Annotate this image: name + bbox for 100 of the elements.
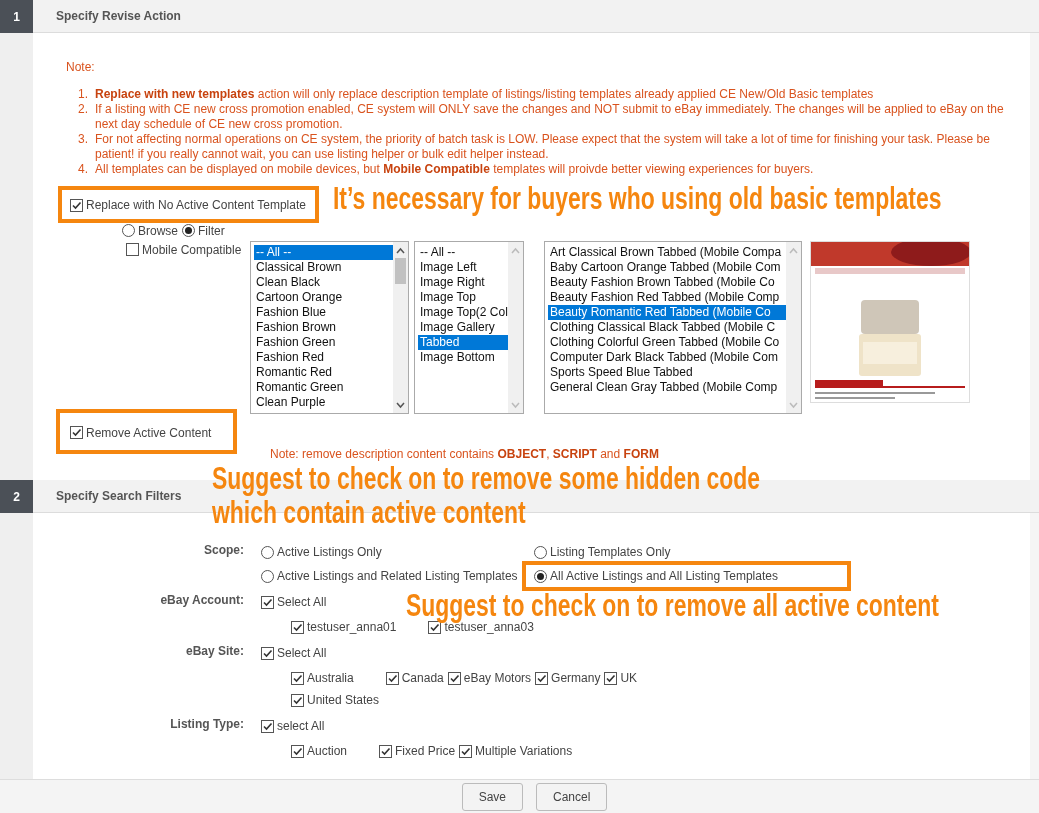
- list-box[interactable]: [544, 240, 802, 414]
- radio-button[interactable]: [534, 545, 547, 559]
- list-option[interactable]: Romantic Red: [254, 364, 393, 380]
- radio-button[interactable]: [182, 224, 195, 237]
- radio-button[interactable]: [261, 545, 274, 559]
- checkbox-label[interactable]: Replace with No Active Content Template: [86, 198, 306, 212]
- checkbox-label[interactable]: Australia: [307, 671, 354, 685]
- list-number: 1.: [78, 87, 89, 102]
- note-text: All templates can be displayed on mobile devices, but Mobile Compatible templates will proivde better viewing experiences for buyers.: [95, 162, 814, 177]
- checkbox-label[interactable]: Mobile Compatible: [142, 242, 242, 257]
- field-label: eBay Account:: [159, 593, 245, 607]
- note-text: For not affecting normal operations on CE system, the priority of batch task is LOW. Please expect that the system will take a lot of time for finishing your task. Please be patient! if you really cannot wait, you can use listing helper or bulk edit helper instead.: [95, 132, 991, 162]
- list-option[interactable]: Image Left: [418, 259, 508, 275]
- list-option[interactable]: Sports Speed Blue Tabbed: [548, 364, 786, 380]
- checkbox-label[interactable]: Select All: [277, 595, 327, 609]
- note-text: Note: remove description content contains OBJECT, SCRIPT and FORM: [270, 447, 660, 461]
- list-option[interactable]: Clothing Colorful Green Tabbed (Mobile Co: [548, 334, 786, 350]
- list-option[interactable]: Clean Purple: [254, 394, 393, 410]
- radio-label[interactable]: All Active Listings and All Listing Templates: [550, 569, 778, 583]
- radio-label[interactable]: Active Listings Only: [277, 545, 382, 559]
- cancel-button[interactable]: Cancel: [536, 782, 608, 811]
- checkbox[interactable]: [291, 693, 304, 707]
- list-number: 2.: [78, 102, 89, 118]
- list-option[interactable]: -- All --: [254, 244, 393, 260]
- list-number: 4.: [78, 162, 89, 177]
- checkbox-label[interactable]: testuser_anna01: [307, 620, 397, 634]
- list-box[interactable]: -- All -- Image Left Image Right Image Top Image Top(2 Col Image Gallery Tabbed Image Bottom: [414, 240, 524, 414]
- list-option[interactable]: -- All --: [418, 244, 508, 260]
- list-box[interactable]: -- All -- Classical Brown Clean Black Cartoon Orange Fashion Blue Fashion Brown Fashion Green Fashion Red Romantic Red Romantic Green Clean Purple: [250, 240, 409, 414]
- checkbox-label[interactable]: eBay Motors: [463, 671, 532, 685]
- list-option[interactable]: Fashion Blue: [254, 304, 393, 320]
- checkbox[interactable]: [385, 671, 399, 685]
- list-option[interactable]: Tabbed: [418, 334, 508, 350]
- list-option[interactable]: Classical Brown: [254, 259, 393, 275]
- list-option[interactable]: Image Bottom: [418, 349, 508, 365]
- note-label: Note:: [66, 60, 96, 74]
- checkbox[interactable]: [261, 646, 274, 660]
- list-option[interactable]: Clean Black: [254, 274, 393, 290]
- list-option[interactable]: Image Top: [418, 289, 508, 305]
- checkbox-label[interactable]: Auction: [307, 744, 348, 758]
- list-option[interactable]: Computer Dark Black Tabbed (Mobile Com: [548, 349, 786, 365]
- radio-button[interactable]: [122, 224, 135, 237]
- list-option[interactable]: Image Right: [418, 274, 508, 290]
- checkbox[interactable]: [447, 671, 461, 685]
- checkbox[interactable]: [291, 620, 304, 634]
- radio-button[interactable]: [534, 569, 547, 583]
- radio-label[interactable]: Filter: [198, 223, 225, 238]
- list-option[interactable]: Clothing Classical Black Tabbed (Mobile C: [548, 319, 786, 335]
- note-text: If a listing with CE new cross promotion enabled, CE system will ONLY save the changes and NOT submit to eBay immediately. The changes will be applied to eBay on the next day schedule of CE new cross promotion.: [95, 102, 1005, 132]
- list-option[interactable]: General Clean Gray Tabbed (Mobile Comp: [548, 379, 786, 395]
- callout-text: Suggest to check on to remove all active content: [406, 589, 939, 623]
- step-number: 2: [0, 480, 33, 513]
- list-option[interactable]: Fashion Green: [254, 334, 393, 350]
- save-button[interactable]: Save: [461, 782, 523, 811]
- checkbox-label[interactable]: Remove Active Content: [86, 425, 212, 440]
- radio-label[interactable]: Active Listings and Related Listing Templates: [277, 569, 518, 583]
- field-label: Scope:: [203, 543, 245, 557]
- radio-label[interactable]: Listing Templates Only: [550, 545, 671, 559]
- list-option[interactable]: Fashion Brown: [254, 319, 393, 335]
- checkbox-label[interactable]: Fixed Price: [395, 744, 456, 758]
- checkbox[interactable]: [126, 243, 139, 256]
- checkbox-label[interactable]: Multiple Variations: [475, 744, 573, 758]
- list-option[interactable]: Beauty Fashion Brown Tabbed (Mobile Co: [548, 274, 786, 290]
- list-option[interactable]: Image Gallery: [418, 319, 508, 335]
- list-option[interactable]: Art Classical Brown Tabbed (Mobile Compa: [548, 244, 786, 260]
- checkbox-label[interactable]: Germany: [551, 671, 601, 685]
- step-number: 1: [0, 0, 33, 33]
- checkbox[interactable]: [379, 744, 393, 758]
- checkbox-label[interactable]: United States: [307, 693, 380, 707]
- checkbox[interactable]: [291, 744, 304, 758]
- checkbox[interactable]: [261, 595, 274, 609]
- checkbox-label[interactable]: select All: [277, 719, 325, 733]
- checkbox-label[interactable]: Select All: [277, 646, 327, 660]
- checkbox[interactable]: [70, 198, 83, 212]
- scrollbar-thumb[interactable]: [395, 257, 406, 284]
- list-number: 3.: [78, 132, 89, 148]
- section-title-text: Specify Search Filters: [56, 489, 182, 503]
- list-option[interactable]: Cartoon Orange: [254, 289, 393, 305]
- list-option[interactable]: Baby Cartoon Orange Tabbed (Mobile Com: [548, 259, 786, 275]
- note-text: Replace with new templates action will only replace description template of listings/listing templates already applied CE New/Old Basic templates: [95, 87, 874, 102]
- checkbox[interactable]: [535, 671, 549, 685]
- radio-label[interactable]: Browse: [138, 223, 178, 238]
- checkbox[interactable]: [291, 671, 304, 685]
- list-option[interactable]: Image Top(2 Col: [418, 304, 508, 320]
- list-option[interactable]: Romantic Green: [254, 379, 393, 395]
- checkbox[interactable]: [604, 671, 618, 685]
- checkbox[interactable]: [70, 426, 83, 439]
- list-option[interactable]: Beauty Fashion Red Tabbed (Mobile Comp: [548, 289, 786, 305]
- checkbox-label[interactable]: Canada: [401, 671, 444, 685]
- checkbox[interactable]: [459, 744, 473, 758]
- section-title-text: Specify Revise Action: [56, 9, 181, 23]
- field-label: eBay Site:: [184, 644, 245, 658]
- checkbox-label[interactable]: UK: [620, 671, 638, 685]
- list-option[interactable]: Fashion Red: [254, 349, 393, 365]
- checkbox[interactable]: [261, 719, 274, 733]
- list-option[interactable]: Beauty Romantic Red Tabbed (Mobile Co: [548, 304, 786, 320]
- field-label: Listing Type:: [169, 717, 245, 731]
- radio-button[interactable]: [261, 569, 274, 583]
- scrollbar[interactable]: [393, 241, 408, 413]
- callout-text: Suggest to check on to remove some hidden code which contain active content: [212, 461, 762, 530]
